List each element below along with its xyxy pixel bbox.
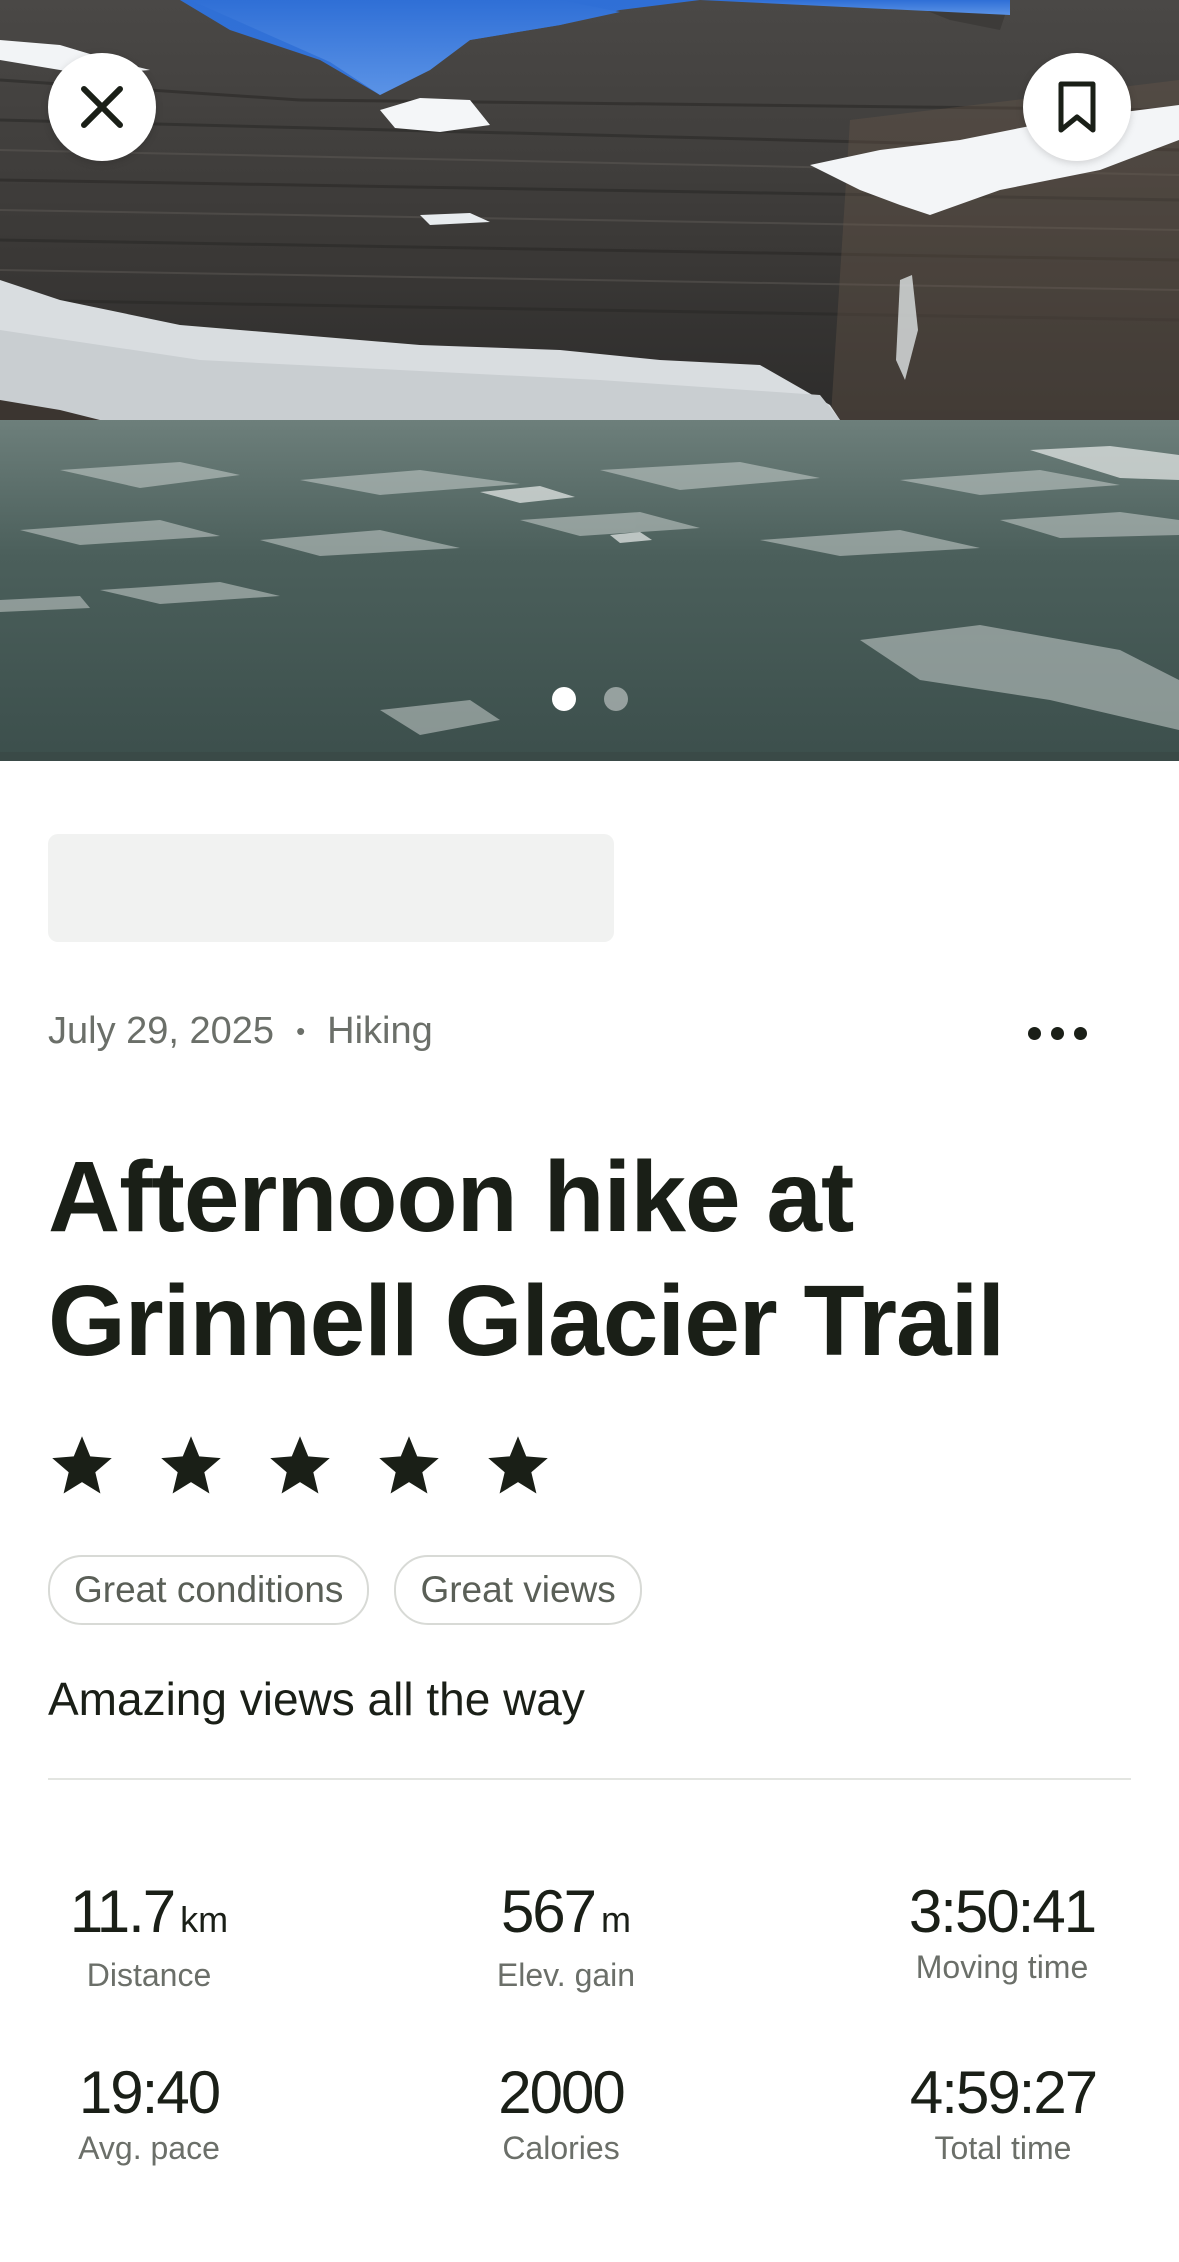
stat-number: 3:50:41 [908,1878,1097,1945]
star-icon [161,1436,221,1494]
loading-placeholder [48,834,614,942]
close-button[interactable] [48,53,156,161]
activity-title: Afternoon hike at Grinnell Glacier Trail [48,1141,1005,1377]
star-rating [48,1432,552,1500]
stat-value: 567 m [416,1877,716,1955]
close-icon [81,86,123,128]
stat-number: 567 [500,1878,597,1945]
activity-meta: July 29, 2025 • Hiking [48,1010,433,1053]
page-dot-2[interactable] [603,687,628,711]
stat-label: Moving time [915,1949,1089,1985]
photo-pagination[interactable] [0,687,1179,711]
hero-photo[interactable] [0,0,1179,761]
stat-total-time: 4:59:27 Total time [853,2058,1153,2168]
stat-value: 19:40 [0,2058,299,2128]
stat-elevation: 567 m Elev. gain [416,1877,716,1995]
glacier-lake-photo [0,0,1179,761]
activity-note: Amazing views all the way [48,1673,585,1725]
tag-chip: Great conditions [48,1555,370,1625]
bookmark-icon [1058,81,1096,133]
bookmark-button[interactable] [1023,53,1131,161]
more-dot [1073,1026,1087,1040]
stat-label: Elev. gain [496,1957,636,1993]
condition-tags: Great conditions Great views [48,1555,642,1625]
stat-value: 4:59:27 [853,2058,1153,2128]
stat-value: 2000 [411,2058,711,2128]
stat-distance: 11.7 km Distance [0,1877,299,1995]
meta-separator: • [296,1016,306,1046]
stat-number: 11.7 [69,1878,176,1945]
star-icon [379,1436,439,1494]
stat-label: Distance [86,1957,212,1993]
stat-moving-time: 3:50:41 Moving time [852,1877,1152,1987]
more-dot [1050,1026,1064,1040]
stat-number: 19:40 [78,2059,221,2126]
tag-chip: Great views [394,1555,642,1625]
stat-value: 11.7 km [0,1877,299,1955]
divider [48,1778,1131,1780]
stat-number: 2000 [498,2059,625,2126]
star-icon [52,1436,112,1494]
stat-unit: km [180,1899,229,1940]
activity-date: July 29, 2025 [48,1010,275,1052]
stat-avg-pace: 19:40 Avg. pace [0,2058,299,2168]
page-dot-1[interactable] [551,687,576,711]
more-horizontal-icon [1027,1026,1041,1040]
activity-type: Hiking [327,1010,433,1052]
stat-label: Avg. pace [78,2130,220,2166]
stat-unit: m [601,1899,632,1940]
stat-calories: 2000 Calories [411,2058,711,2168]
star-icon [488,1436,548,1494]
stat-value: 3:50:41 [852,1877,1152,1947]
more-options-button[interactable] [1012,1005,1102,1061]
stat-number: 4:59:27 [909,2059,1098,2126]
star-icon [270,1436,330,1494]
stat-label: Calories [502,2130,620,2166]
stat-label: Total time [934,2130,1072,2166]
